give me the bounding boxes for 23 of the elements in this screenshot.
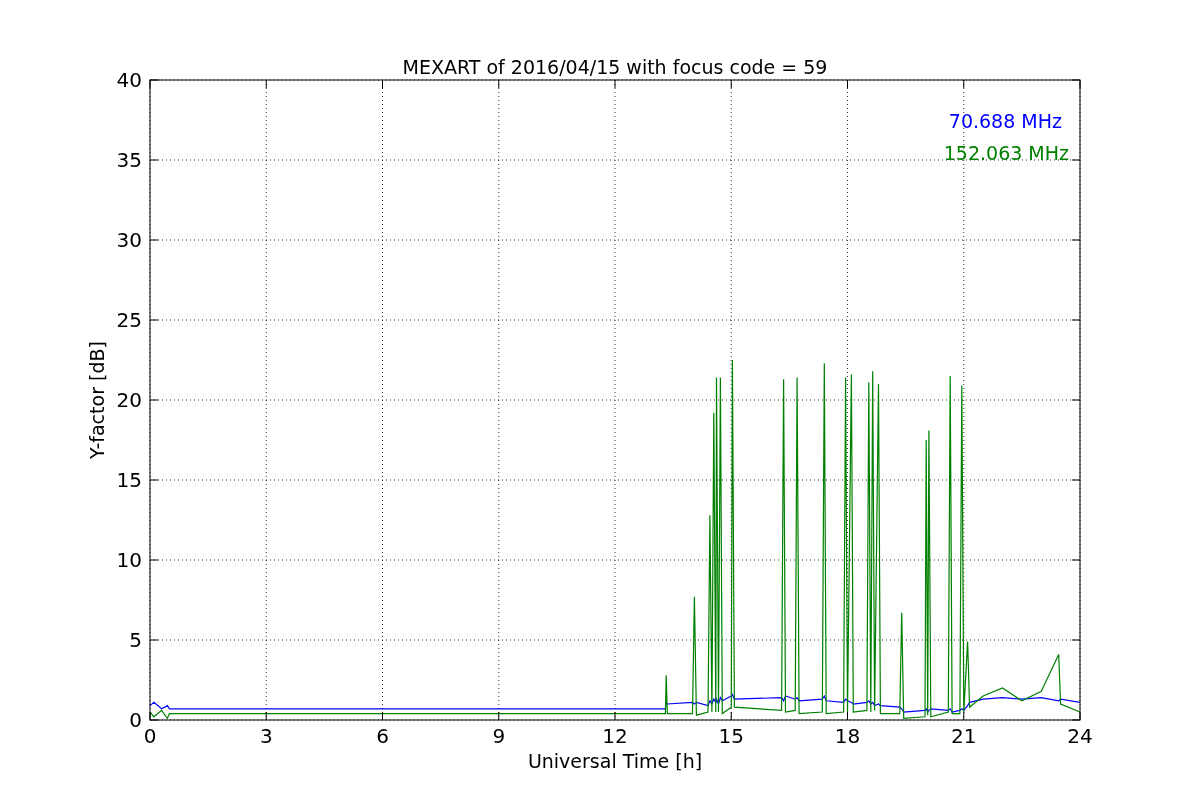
x-tick-label: 12	[602, 724, 628, 748]
y-tick-label: 40	[116, 68, 142, 92]
y-tick-label: 20	[116, 388, 142, 412]
y-tick-label: 0	[129, 708, 142, 732]
y-tick-label: 25	[116, 308, 142, 332]
y-tick-label: 30	[116, 228, 142, 252]
x-axis-label: Universal Time [h]	[527, 750, 703, 772]
x-tick-label: 0	[143, 724, 157, 748]
y-tick-label: 35	[116, 148, 142, 172]
x-tick-label: 6	[376, 724, 389, 748]
y-tick-label: 15	[116, 468, 142, 492]
x-tick-label: 9	[492, 724, 506, 748]
y-axis-label: Y-factor [dB]	[86, 341, 108, 459]
x-tick-label: 24	[1067, 724, 1093, 748]
legend-label: 152.063 MHz	[943, 142, 1069, 164]
y-tick-label: 10	[116, 548, 142, 572]
x-tick-label: 21	[951, 724, 977, 748]
x-tick-label: 3	[259, 724, 273, 748]
chart-title: MEXART of 2016/04/15 with focus code = 59	[402, 56, 828, 78]
x-tick-label: 15	[718, 724, 744, 748]
x-tick-label: 18	[834, 724, 861, 748]
legend-label: 70.688 MHz	[948, 110, 1062, 132]
y-tick-label: 5	[129, 628, 142, 652]
